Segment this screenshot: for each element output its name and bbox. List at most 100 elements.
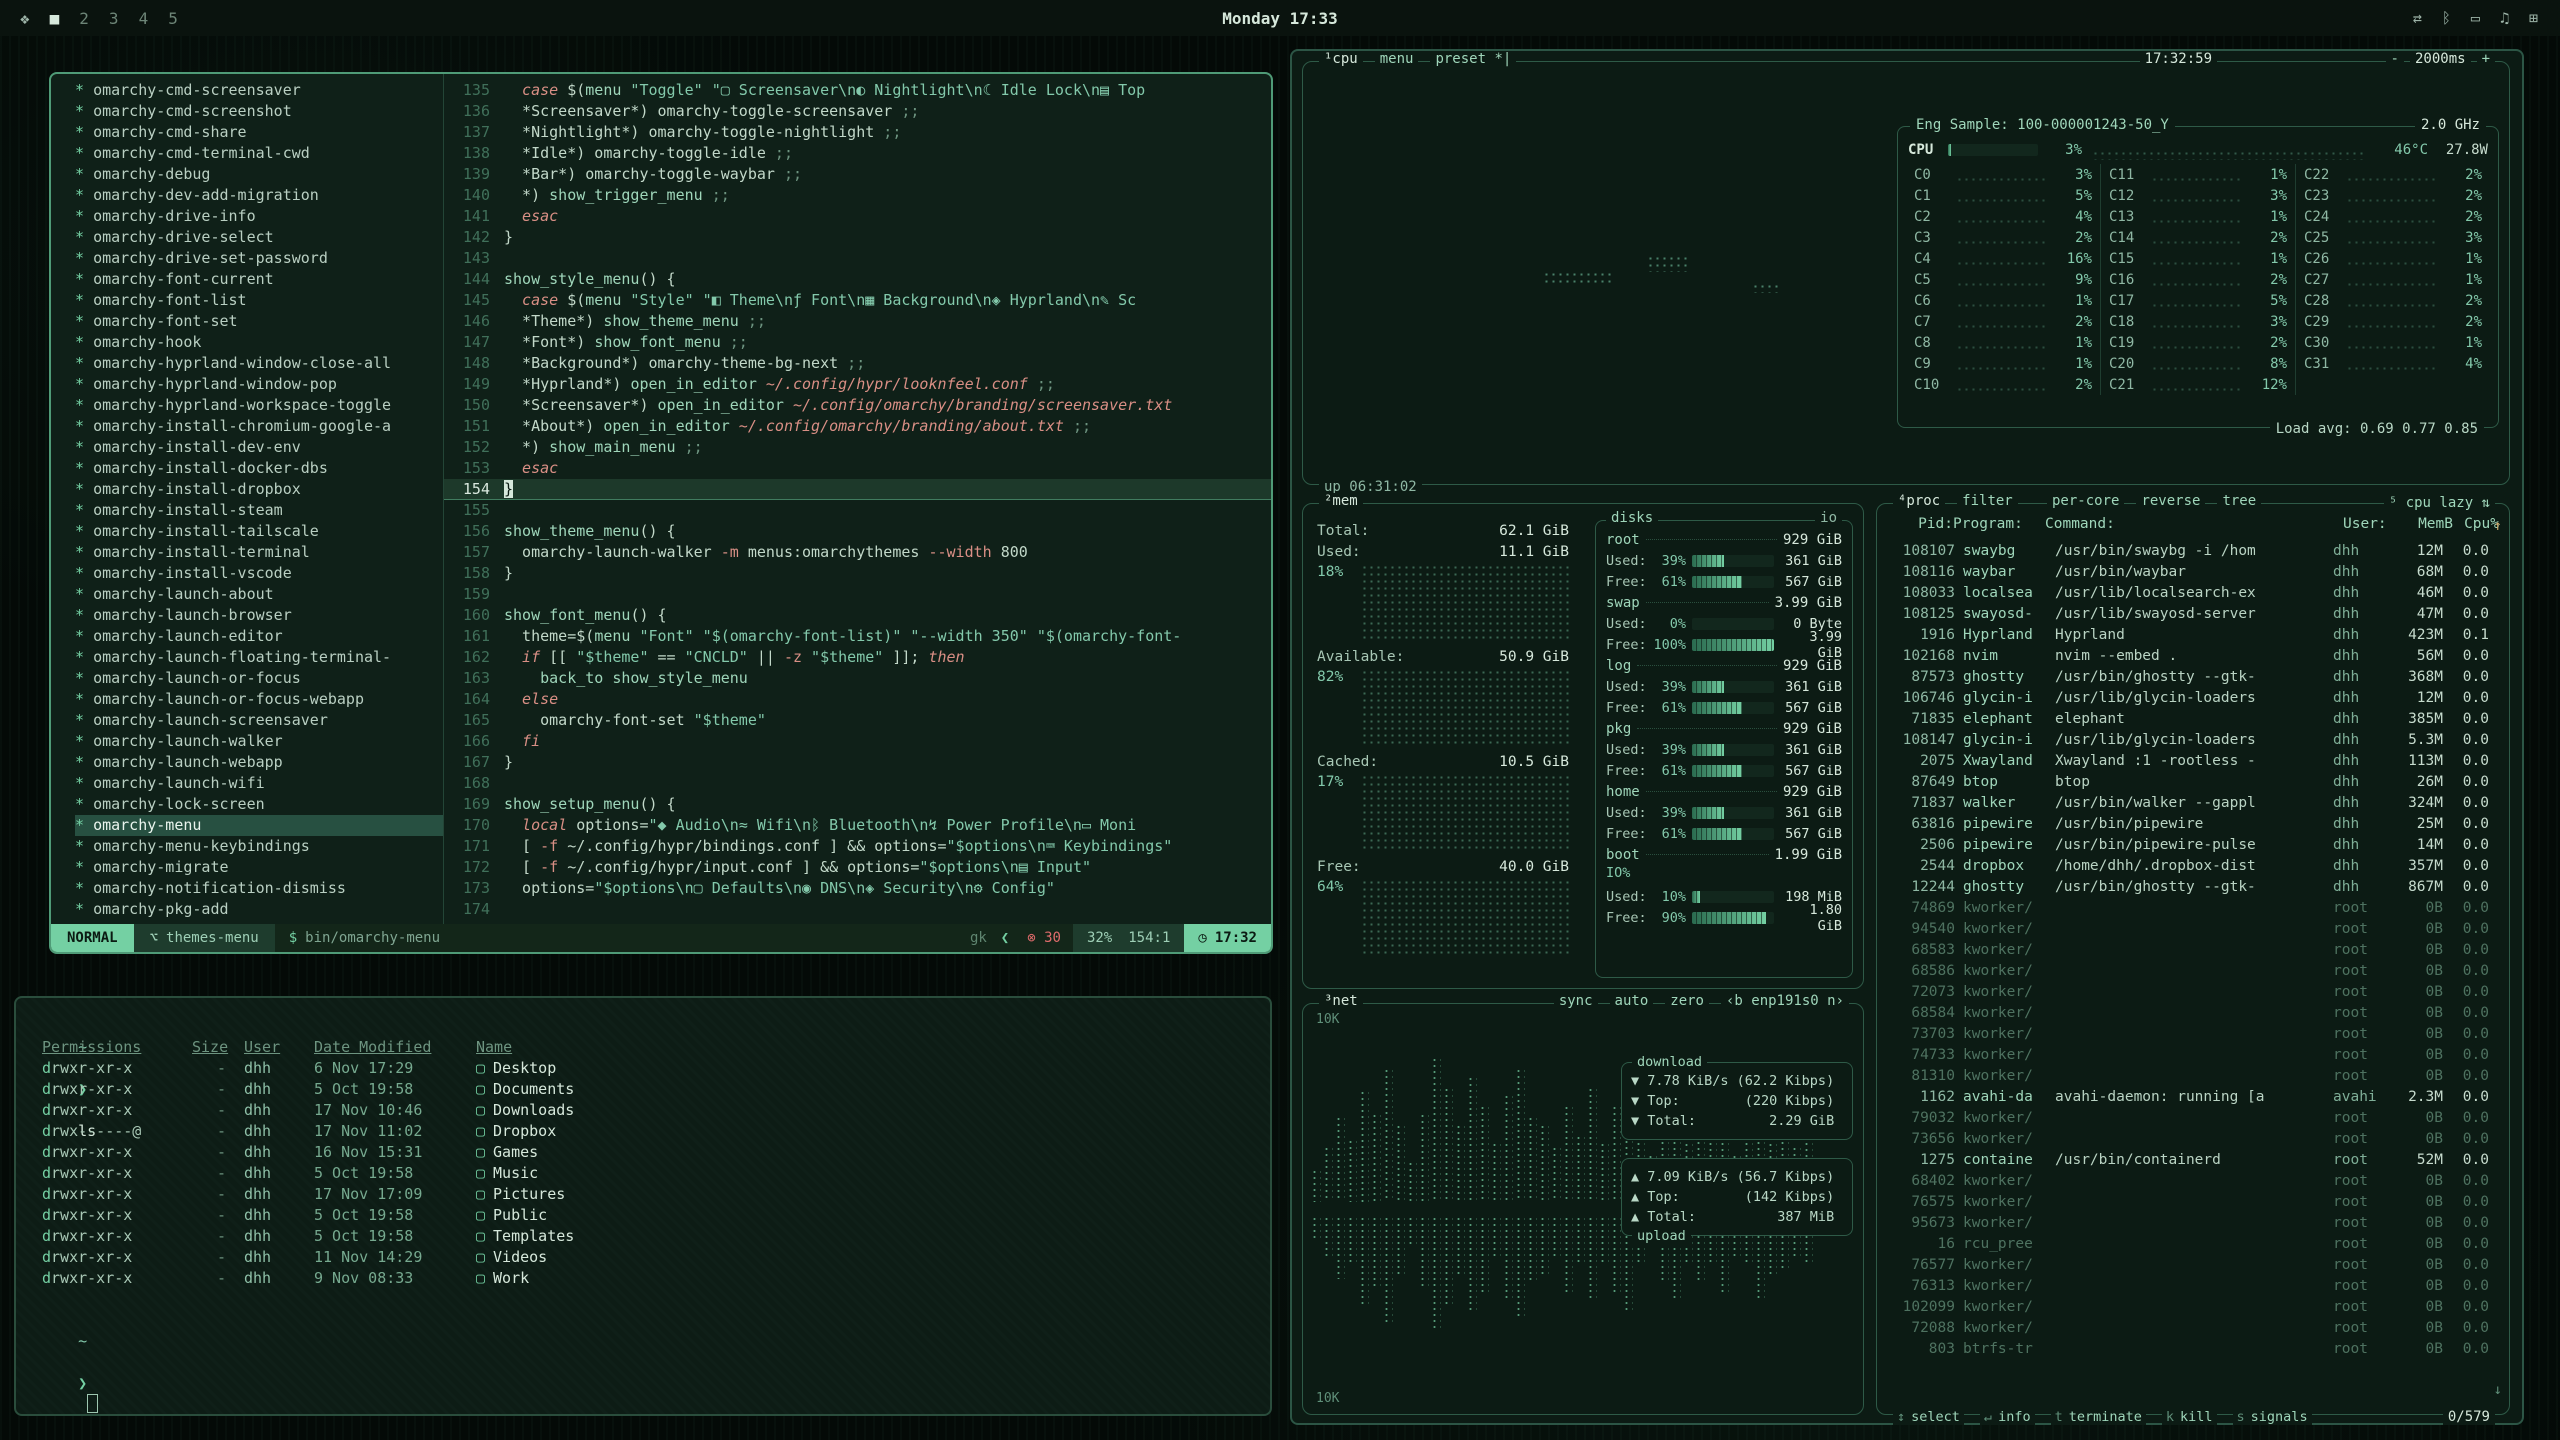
- net-box-button[interactable]: ‹b enp191s0 n›: [1721, 993, 1849, 1009]
- ls-name[interactable]: ▢Dropbox: [476, 1121, 1270, 1142]
- file-item[interactable]: * omarchy-debug: [75, 164, 443, 185]
- file-item[interactable]: * omarchy-notification-dismiss: [75, 878, 443, 899]
- file-item[interactable]: * omarchy-install-vscode: [75, 563, 443, 584]
- file-item[interactable]: * omarchy-hyprland-window-close-all: [75, 353, 443, 374]
- file-item[interactable]: * omarchy-drive-info: [75, 206, 443, 227]
- file-item[interactable]: * omarchy-launch-about: [75, 584, 443, 605]
- process-row[interactable]: 68583kworker/root0B0.0: [1897, 942, 2489, 963]
- process-row[interactable]: 76313kworker/root0B0.0: [1897, 1278, 2489, 1299]
- file-item[interactable]: * omarchy-launch-screensaver: [75, 710, 443, 731]
- proc-header-cell[interactable]: User:: [2343, 516, 2401, 532]
- file-item[interactable]: * omarchy-install-tailscale: [75, 521, 443, 542]
- process-row[interactable]: 108147glycin-i/usr/lib/glycin-loadersdhh…: [1897, 732, 2489, 753]
- file-item[interactable]: * omarchy-install-docker-dbs: [75, 458, 443, 479]
- process-row[interactable]: 803btrfs-trroot0B0.0: [1897, 1341, 2489, 1362]
- file-item[interactable]: * omarchy-hyprland-window-pop: [75, 374, 443, 395]
- ls-name[interactable]: ▢Downloads: [476, 1100, 1270, 1121]
- process-row[interactable]: 108116waybar/usr/bin/waybardhh68M0.0: [1897, 564, 2489, 585]
- file-item[interactable]: * omarchy-hyprland-workspace-toggle: [75, 395, 443, 416]
- process-row[interactable]: 1916HyprlandHyprlanddhh423M0.1: [1897, 627, 2489, 648]
- file-item[interactable]: * omarchy-cmd-share: [75, 122, 443, 143]
- process-row[interactable]: 102099kworker/root0B0.0: [1897, 1299, 2489, 1320]
- process-row[interactable]: 79032kworker/root0B0.0: [1897, 1110, 2489, 1131]
- proc-option-button[interactable]: tree: [2217, 493, 2261, 509]
- proc-footer-key[interactable]: ↵info: [1980, 1409, 2035, 1425]
- process-row[interactable]: 1162avahi-daavahi-daemon: running [aavah…: [1897, 1089, 2489, 1110]
- proc-header-cell[interactable]: Pid:: [1887, 516, 1953, 532]
- process-row[interactable]: 16rcu_preeroot0B0.0: [1897, 1236, 2489, 1257]
- proc-option-button[interactable]: reverse: [2136, 493, 2205, 509]
- file-item[interactable]: * omarchy-font-set: [75, 311, 443, 332]
- file-item[interactable]: * omarchy-cmd-screenshot: [75, 101, 443, 122]
- process-row[interactable]: 71835elephantelephantdhh385M0.0: [1897, 711, 2489, 732]
- volume-icon[interactable]: ♫: [2500, 9, 2509, 27]
- ls-name[interactable]: ▢Pictures: [476, 1184, 1270, 1205]
- arrows-sync-icon[interactable]: ⇄: [2413, 9, 2422, 27]
- file-item[interactable]: * omarchy-cmd-terminal-cwd: [75, 143, 443, 164]
- process-row[interactable]: 102168nvimnvim --embed .dhh56M0.0: [1897, 648, 2489, 669]
- ls-name[interactable]: ▢Templates: [476, 1226, 1270, 1247]
- process-row[interactable]: 106746glycin-i/usr/lib/glycin-loadersdhh…: [1897, 690, 2489, 711]
- ls-name[interactable]: ▢Documents: [476, 1079, 1270, 1100]
- process-row[interactable]: 73703kworker/root0B0.0: [1897, 1026, 2489, 1047]
- file-item[interactable]: * omarchy-launch-editor: [75, 626, 443, 647]
- proc-footer-key[interactable]: ↕select: [1893, 1409, 1964, 1425]
- ls-name[interactable]: ▢Desktop: [476, 1058, 1270, 1079]
- file-item[interactable]: * omarchy-launch-browser: [75, 605, 443, 626]
- ls-name[interactable]: ▢Music: [476, 1163, 1270, 1184]
- file-item[interactable]: * omarchy-migrate: [75, 857, 443, 878]
- file-item[interactable]: * omarchy-menu-keybindings: [75, 836, 443, 857]
- bluetooth-icon[interactable]: ᛒ: [2442, 9, 2451, 27]
- disks-io-toggle[interactable]: io: [1815, 510, 1842, 526]
- process-row[interactable]: 108033localsea/usr/lib/localsearch-exdhh…: [1897, 585, 2489, 606]
- process-row[interactable]: 81310kworker/root0B0.0: [1897, 1068, 2489, 1089]
- net-box-button[interactable]: auto: [1610, 993, 1654, 1009]
- process-row[interactable]: 68584kworker/root0B0.0: [1897, 1005, 2489, 1026]
- net-box-button[interactable]: zero: [1665, 993, 1709, 1009]
- process-row[interactable]: 73656kworker/root0B0.0: [1897, 1131, 2489, 1152]
- file-item[interactable]: * omarchy-hook: [75, 332, 443, 353]
- code-editor-pane[interactable]: 135 case $(menu "Toggle" "▢ Screensaver\…: [444, 74, 1271, 924]
- file-item[interactable]: * omarchy-launch-webapp: [75, 752, 443, 773]
- process-row[interactable]: 108107swaybg/usr/bin/swaybg -i /homdhh12…: [1897, 543, 2489, 564]
- proc-header-cell[interactable]: Command:: [2045, 516, 2343, 532]
- proc-sort-mode[interactable]: ⁵ cpu lazy ⇅: [2384, 495, 2495, 511]
- process-row[interactable]: 76577kworker/root0B0.0: [1897, 1257, 2489, 1278]
- cpu-box-button[interactable]: preset *|: [1430, 51, 1516, 67]
- file-item[interactable]: * omarchy-font-current: [75, 269, 443, 290]
- process-row[interactable]: 12244ghostty/usr/bin/ghostty --gtk-dhh86…: [1897, 879, 2489, 900]
- interval-button[interactable]: +: [2477, 51, 2495, 67]
- file-item[interactable]: * omarchy-launch-wifi: [75, 773, 443, 794]
- process-row[interactable]: 87573ghostty/usr/bin/ghostty --gtk-dhh36…: [1897, 669, 2489, 690]
- terminal-prompt-line[interactable]: ~ ❯: [42, 1310, 1270, 1331]
- file-item[interactable]: * omarchy-launch-walker: [75, 731, 443, 752]
- file-item[interactable]: * omarchy-install-dropbox: [75, 479, 443, 500]
- battery-icon[interactable]: ▭: [2471, 9, 2480, 27]
- scroll-up-arrow[interactable]: ↑: [2494, 518, 2502, 534]
- net-box-button[interactable]: sync: [1554, 993, 1598, 1009]
- proc-footer-key[interactable]: tterminate: [2051, 1409, 2146, 1425]
- process-row[interactable]: 94540kworker/root0B0.0: [1897, 921, 2489, 942]
- ls-name[interactable]: ▢Games: [476, 1142, 1270, 1163]
- apps-grid-icon[interactable]: ⊞: [2529, 9, 2538, 27]
- interval-button[interactable]: -: [2386, 51, 2404, 67]
- file-item[interactable]: * omarchy-lock-screen: [75, 794, 443, 815]
- process-row[interactable]: 63816pipewire/usr/bin/pipewiredhh25M0.0: [1897, 816, 2489, 837]
- proc-header-cell[interactable]: MemB: [2401, 516, 2453, 532]
- file-item[interactable]: * omarchy-launch-floating-terminal-: [75, 647, 443, 668]
- disks-title[interactable]: disks: [1606, 510, 1658, 526]
- proc-footer-key[interactable]: ssignals: [2233, 1409, 2312, 1425]
- proc-header-cell[interactable]: Program:: [1953, 516, 2045, 532]
- process-row[interactable]: 2506pipewire/usr/bin/pipewire-pulsedhh14…: [1897, 837, 2489, 858]
- process-row[interactable]: 74869kworker/root0B0.0: [1897, 900, 2489, 921]
- process-row[interactable]: 68402kworker/root0B0.0: [1897, 1173, 2489, 1194]
- process-row[interactable]: 87649btopbtopdhh26M0.0: [1897, 774, 2489, 795]
- process-row[interactable]: 72073kworker/root0B0.0: [1897, 984, 2489, 1005]
- proc-header-cell[interactable]: Cpu%: [2453, 516, 2499, 532]
- process-row[interactable]: 72088kworker/root0B0.0: [1897, 1320, 2489, 1341]
- process-row[interactable]: 76575kworker/root0B0.0: [1897, 1194, 2489, 1215]
- file-item[interactable]: * omarchy-menu: [75, 815, 443, 836]
- file-item[interactable]: * omarchy-install-steam: [75, 500, 443, 521]
- file-item[interactable]: * omarchy-launch-or-focus-webapp: [75, 689, 443, 710]
- process-row[interactable]: 74733kworker/root0B0.0: [1897, 1047, 2489, 1068]
